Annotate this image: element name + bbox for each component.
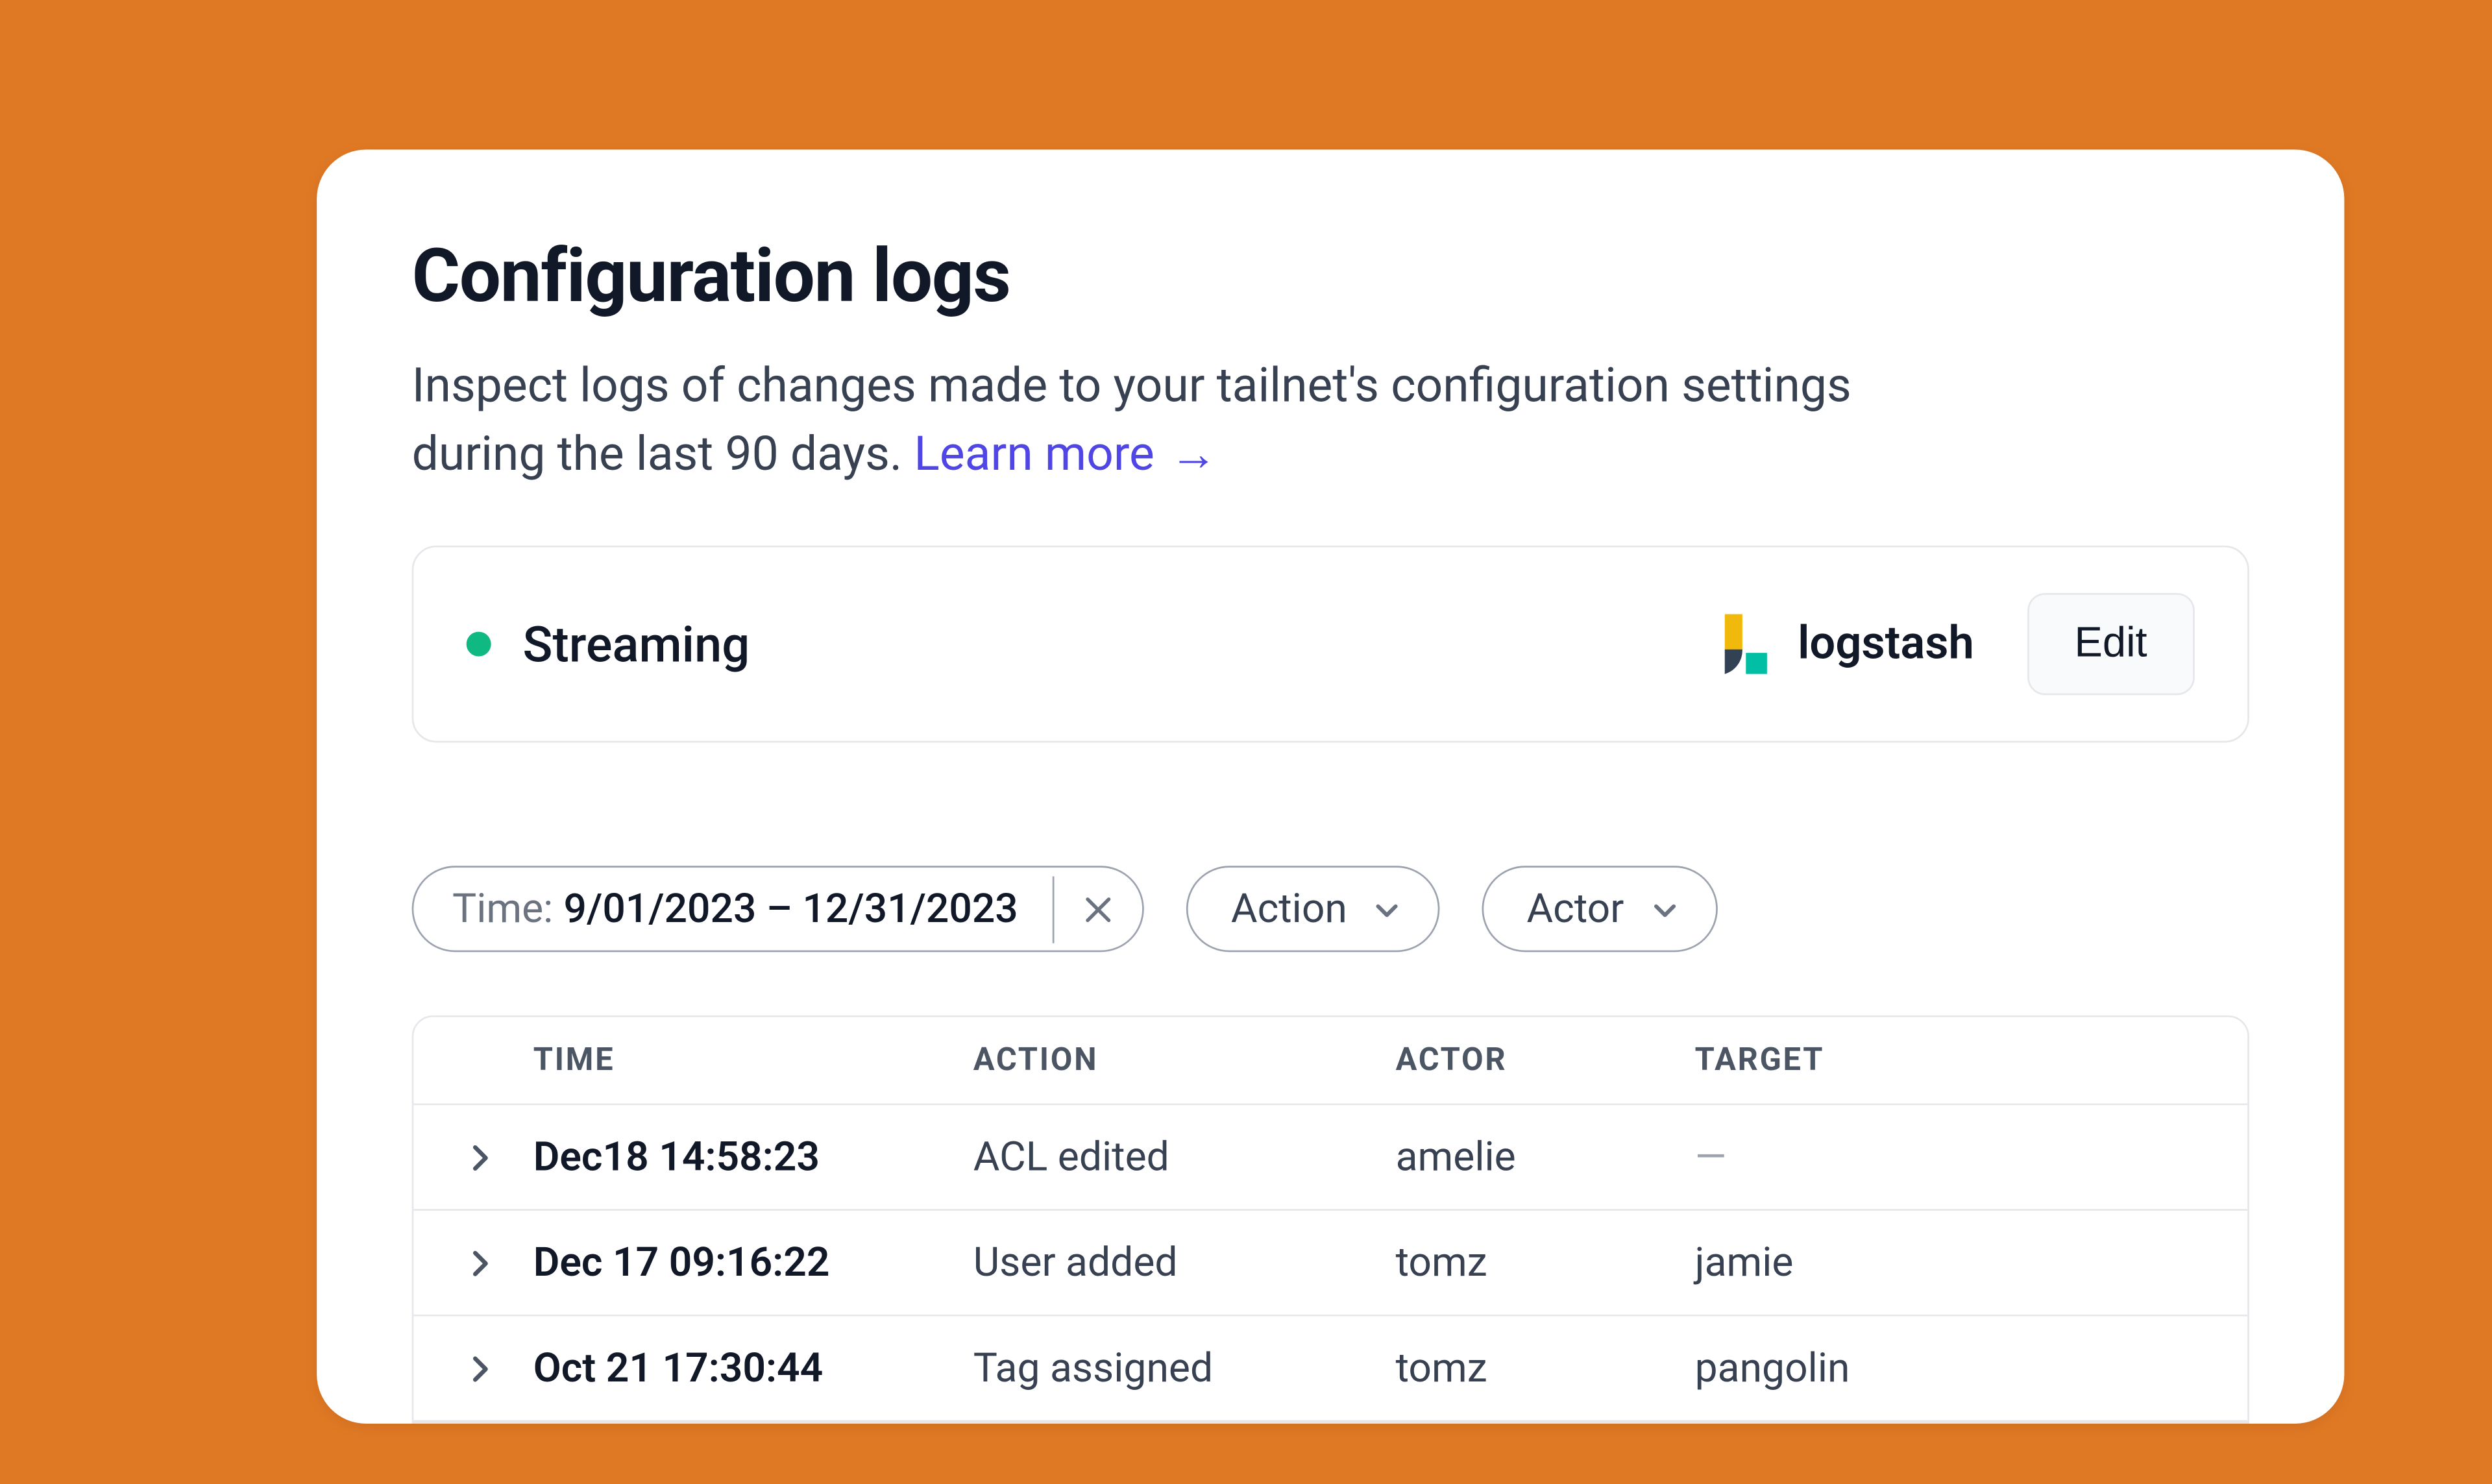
cell-actor: amelie	[1396, 1134, 1695, 1181]
action-filter-pill[interactable]: Action	[1187, 866, 1440, 953]
chevron-down-icon	[1372, 894, 1404, 925]
cell-target: —	[1695, 1134, 2216, 1181]
edit-button[interactable]: Edit	[2027, 594, 2195, 696]
logstash-icon	[1716, 614, 1776, 674]
clear-time-filter-button[interactable]	[1053, 876, 1143, 943]
cell-actor: tomz	[1396, 1239, 1695, 1287]
cell-action: Tag assigned	[973, 1345, 1396, 1393]
chevron-right-icon	[465, 1247, 496, 1279]
time-filter-value: 9/01/2023 – 12/31/2023	[564, 886, 1018, 933]
logs-table: TIME ACTION ACTOR TARGET Dec18 14:58:23A…	[412, 1016, 2249, 1424]
learn-more-link[interactable]: Learn more →	[914, 426, 1217, 483]
actor-filter-pill[interactable]: Actor	[1483, 866, 1717, 953]
table-row[interactable]: Dec 17 09:16:22User addedtomzjamie	[413, 1211, 2247, 1317]
streaming-label: Streaming	[522, 616, 750, 674]
status-dot-icon	[467, 632, 491, 657]
col-actor: ACTOR	[1396, 1042, 1695, 1079]
page-title: Configuration logs	[412, 234, 2249, 321]
table-header: TIME ACTION ACTOR TARGET	[413, 1017, 2247, 1106]
streaming-status-box: Streaming logstash Edit	[412, 546, 2249, 743]
filter-bar: Time: 9/01/2023 – 12/31/2023 Action Acto…	[412, 866, 2249, 953]
logstash-label: logstash	[1798, 618, 1974, 671]
cell-target: jamie	[1695, 1239, 2216, 1287]
col-action: ACTION	[973, 1042, 1396, 1079]
actor-filter-label: Actor	[1526, 886, 1624, 933]
logstash-destination: logstash	[1716, 614, 1974, 674]
arrow-right-icon: →	[1170, 421, 1217, 490]
table-row[interactable]: Oct 21 17:30:44Tag assignedtomzpangolin	[413, 1317, 2247, 1422]
cell-time: Oct 21 17:30:44	[533, 1345, 973, 1393]
cell-action: ACL edited	[973, 1134, 1396, 1181]
config-logs-card: Configuration logs Inspect logs of chang…	[317, 150, 2344, 1424]
close-icon	[1083, 894, 1115, 925]
learn-more-label: Learn more	[914, 426, 1154, 483]
cell-time: Dec 17 09:16:22	[533, 1239, 973, 1287]
chevron-right-icon	[465, 1141, 496, 1173]
chevron-down-icon	[1648, 894, 1680, 925]
cell-action: User added	[973, 1239, 1396, 1287]
cell-actor: tomz	[1396, 1345, 1695, 1393]
time-filter-pill[interactable]: Time: 9/01/2023 – 12/31/2023	[412, 866, 1145, 953]
time-filter-label: Time:	[452, 886, 553, 933]
expand-row-button[interactable]	[428, 1247, 533, 1279]
col-target: TARGET	[1695, 1042, 2216, 1079]
streaming-left: Streaming	[467, 616, 750, 674]
streaming-right: logstash Edit	[1716, 594, 2195, 696]
table-row[interactable]: Dec18 14:58:23ACL editedamelie—	[413, 1106, 2247, 1211]
chevron-right-icon	[465, 1353, 496, 1385]
cell-target: pangolin	[1695, 1345, 2216, 1393]
expand-row-button[interactable]	[428, 1141, 533, 1173]
cell-time: Dec18 14:58:23	[533, 1134, 973, 1181]
expand-row-button[interactable]	[428, 1353, 533, 1385]
page-subtitle: Inspect logs of changes made to your tai…	[412, 352, 1855, 489]
col-time: TIME	[533, 1042, 973, 1079]
action-filter-label: Action	[1231, 886, 1347, 933]
